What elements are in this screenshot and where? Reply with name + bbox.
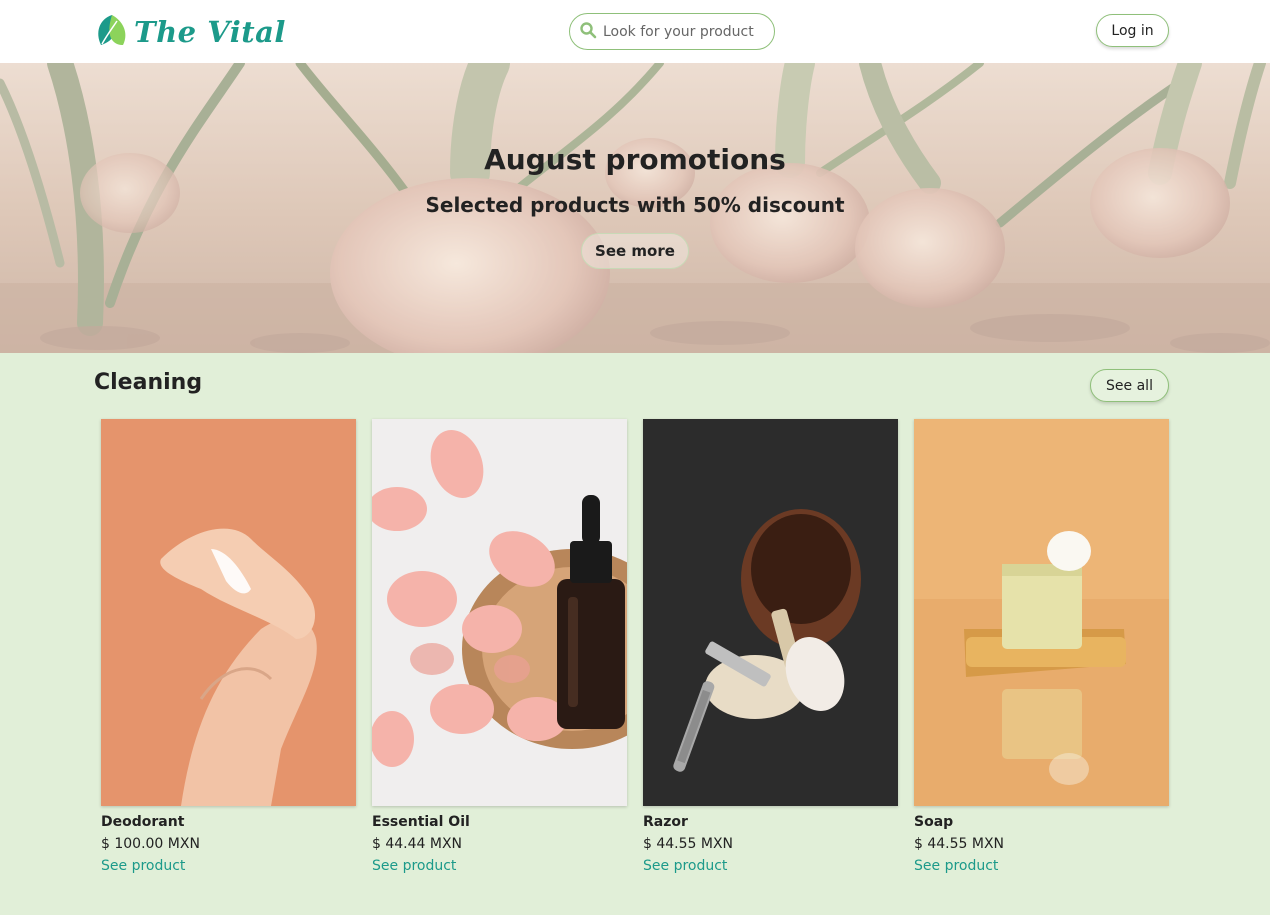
see-product-link[interactable]: See product: [643, 858, 727, 874]
product-image[interactable]: [643, 419, 898, 806]
product-price: $ 100.00 MXN: [101, 836, 200, 852]
see-product-link[interactable]: See product: [372, 858, 456, 874]
login-button[interactable]: Log in: [1096, 14, 1169, 47]
product-image[interactable]: [372, 419, 627, 806]
product-name: Essential Oil: [372, 814, 470, 830]
product-card: Deodorant $ 100.00 MXN See product: [101, 419, 357, 874]
product-card: Razor $ 44.55 MXN See product: [643, 419, 899, 874]
see-more-button[interactable]: See more: [581, 233, 689, 269]
product-name: Soap: [914, 814, 954, 830]
leaf-icon: [95, 11, 129, 53]
product-name: Deodorant: [101, 814, 185, 830]
see-product-link[interactable]: See product: [101, 858, 185, 874]
section-title: Cleaning: [94, 370, 203, 395]
product-card: Essential Oil $ 44.44 MXN See product: [372, 419, 628, 874]
product-price: $ 44.55 MXN: [914, 836, 1005, 852]
search-icon: [579, 21, 597, 43]
site-header: The Vital Log in: [0, 0, 1270, 63]
logo[interactable]: The Vital: [95, 11, 286, 53]
see-all-button[interactable]: See all: [1090, 369, 1169, 402]
product-card: Soap $ 44.55 MXN See product: [914, 419, 1170, 874]
product-image[interactable]: [914, 419, 1169, 806]
product-price: $ 44.44 MXN: [372, 836, 463, 852]
hero-banner: August promotions Selected products with…: [0, 63, 1270, 353]
product-price: $ 44.55 MXN: [643, 836, 734, 852]
search-input[interactable]: [603, 23, 773, 40]
see-product-link[interactable]: See product: [914, 858, 998, 874]
hero-subtitle: Selected products with 50% discount: [425, 193, 845, 217]
logo-text: The Vital: [134, 15, 286, 49]
product-image[interactable]: [101, 419, 356, 806]
hero-title: August promotions: [484, 143, 786, 176]
search-box[interactable]: [569, 13, 775, 50]
product-name: Razor: [643, 814, 688, 830]
